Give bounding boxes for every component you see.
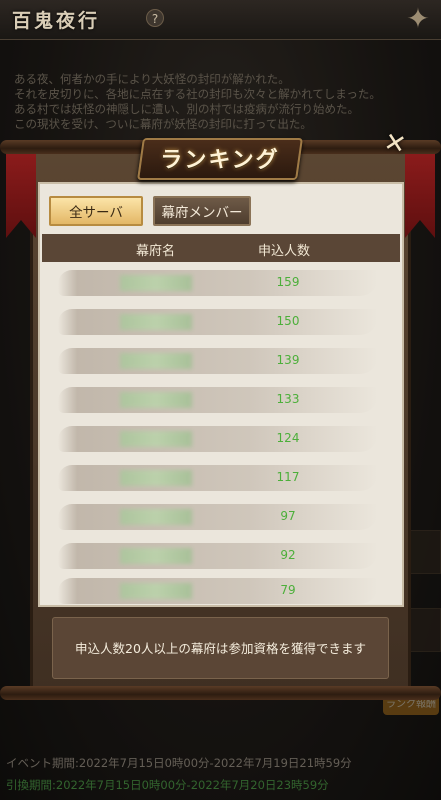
row-brush-stroke: [58, 504, 378, 530]
applicant-count: 97: [280, 509, 296, 523]
table-row: 139: [58, 344, 388, 378]
blurred-shogunate-name: [120, 470, 192, 486]
shuriken-icon: ✦: [406, 2, 430, 35]
row-brush-stroke: [58, 543, 378, 569]
blurred-shogunate-name: [120, 548, 192, 564]
applicant-count: 159: [276, 275, 300, 289]
table-row: 159: [58, 266, 388, 300]
close-button[interactable]: ✕: [371, 120, 418, 167]
game-title: 百鬼夜行: [12, 10, 101, 32]
tab-shogunate-members[interactable]: 幕府メンバー: [153, 196, 251, 226]
blurred-shogunate-name: [120, 583, 192, 599]
row-brush-stroke: [58, 426, 378, 452]
qualification-notice: 申込人数20人以上の幕府は参加資格を獲得できます: [52, 617, 389, 679]
column-header-name: 幕府名: [136, 244, 176, 259]
row-brush-stroke: [58, 387, 378, 413]
row-brush-stroke: [58, 578, 378, 604]
applicant-count: 139: [276, 353, 300, 367]
scroll-rod-bottom: [0, 686, 441, 700]
table-row: 79: [58, 574, 388, 608]
table-row: 150: [58, 305, 388, 339]
table-row: 124: [58, 422, 388, 456]
blurred-shogunate-name: [120, 353, 192, 369]
applicant-count: 92: [280, 548, 296, 562]
table-row: 92: [58, 539, 388, 573]
applicant-count: 133: [276, 392, 300, 406]
blurred-shogunate-name: [120, 392, 192, 408]
row-brush-stroke: [58, 465, 378, 491]
table-row: 133: [58, 383, 388, 417]
table-row: 97: [58, 500, 388, 534]
table-header: 幕府名 申込人数: [42, 234, 400, 262]
help-icon[interactable]: ?: [146, 9, 164, 27]
row-brush-stroke: [58, 270, 378, 296]
applicant-count: 150: [276, 314, 300, 328]
blurred-shogunate-name: [120, 314, 192, 330]
applicant-count: 124: [276, 431, 300, 445]
tab-all-servers[interactable]: 全サーバ: [49, 196, 143, 226]
applicant-count: 117: [276, 470, 300, 484]
row-brush-stroke: [58, 348, 378, 374]
column-header-count: 申込人数: [258, 244, 311, 259]
row-brush-stroke: [58, 309, 378, 335]
table-row: 117: [58, 461, 388, 495]
blurred-shogunate-name: [120, 431, 192, 447]
blurred-shogunate-name: [120, 275, 192, 291]
dialog-title: ランキング: [160, 147, 280, 173]
blurred-shogunate-name: [120, 509, 192, 525]
applicant-count: 79: [280, 583, 296, 597]
top-bar: 百鬼夜行 ? ✦: [0, 0, 441, 40]
